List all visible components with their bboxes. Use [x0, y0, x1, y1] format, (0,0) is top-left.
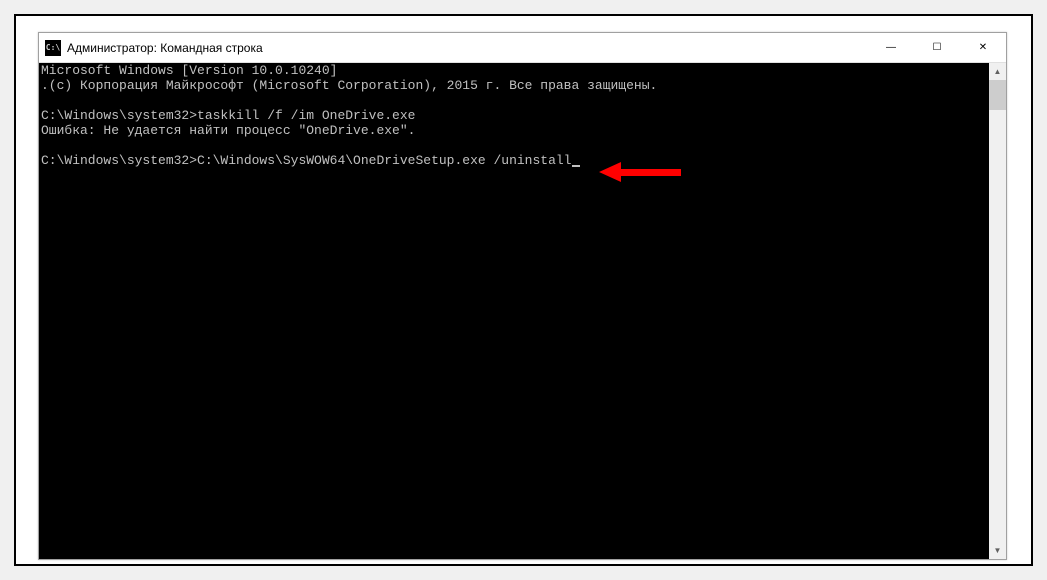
console-line: Ошибка: Не удается найти процесс "OneDri…	[41, 123, 415, 138]
vertical-scrollbar[interactable]: ▲ ▼	[989, 63, 1006, 559]
console-line: .(c) Корпорация Майкрософт (Microsoft Co…	[41, 78, 657, 93]
scroll-down-button[interactable]: ▼	[989, 542, 1006, 559]
titlebar[interactable]: C:\ Администратор: Командная строка — ☐ …	[39, 33, 1006, 63]
window-title: Администратор: Командная строка	[67, 41, 868, 55]
console-line: C:\Windows\system32>C:\Windows\SysWOW64\…	[41, 153, 572, 168]
scroll-up-button[interactable]: ▲	[989, 63, 1006, 80]
command-prompt-window: C:\ Администратор: Командная строка — ☐ …	[38, 32, 1007, 560]
console-line: C:\Windows\system32>taskkill /f /im OneD…	[41, 108, 415, 123]
maximize-button[interactable]: ☐	[914, 33, 960, 62]
text-cursor	[572, 165, 580, 167]
console-area[interactable]: Microsoft Windows [Version 10.0.10240] .…	[39, 63, 1006, 559]
console-output: Microsoft Windows [Version 10.0.10240] .…	[39, 63, 1006, 168]
titlebar-buttons: — ☐ ✕	[868, 33, 1006, 62]
close-button[interactable]: ✕	[960, 33, 1006, 62]
scroll-track[interactable]	[989, 80, 1006, 542]
cmd-icon: C:\	[45, 40, 61, 56]
scroll-thumb[interactable]	[989, 80, 1006, 110]
minimize-button[interactable]: —	[868, 33, 914, 62]
console-line: Microsoft Windows [Version 10.0.10240]	[41, 63, 337, 78]
